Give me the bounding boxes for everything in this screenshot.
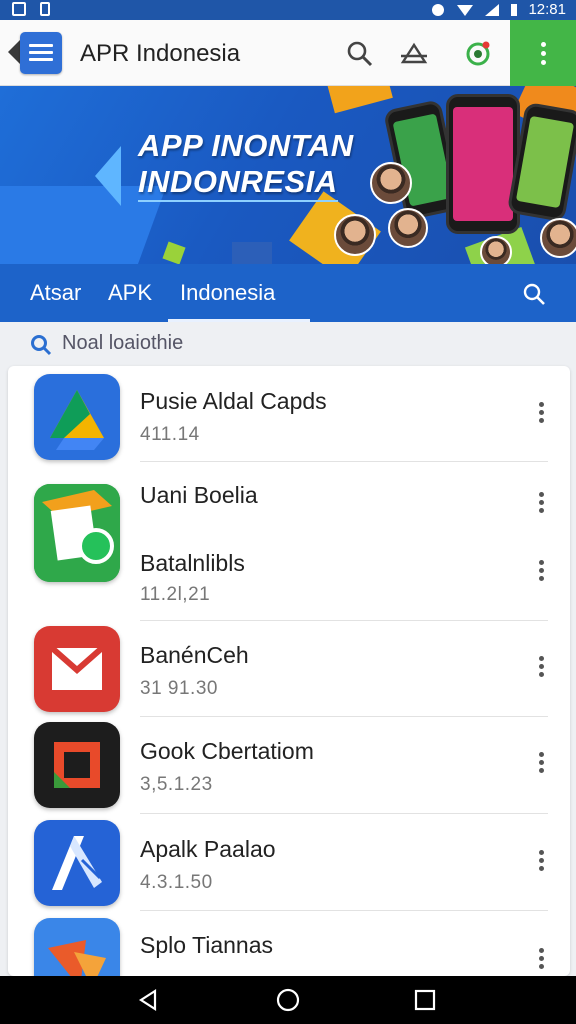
more-options-icon[interactable] bbox=[536, 492, 546, 516]
more-options-icon[interactable] bbox=[536, 850, 546, 874]
person-photo bbox=[540, 218, 576, 258]
more-options-icon[interactable] bbox=[536, 948, 546, 972]
person-photo bbox=[334, 214, 376, 256]
banner-underline bbox=[138, 200, 338, 202]
stylized-a-icon bbox=[34, 820, 120, 906]
more-options-icon[interactable] bbox=[536, 656, 546, 680]
app-version: 31 91.30 bbox=[140, 678, 218, 699]
app-name: Batalnlibls bbox=[140, 550, 245, 576]
app-version: 411.14 bbox=[140, 424, 200, 445]
app-version: 11.2l,21 bbox=[140, 584, 211, 605]
banner-title: APP INONTAN INDONRESIA bbox=[138, 128, 354, 199]
banner-chevron-icon bbox=[95, 146, 121, 206]
search-field[interactable]: Noal loaiothie bbox=[0, 322, 576, 368]
more-options-icon[interactable] bbox=[536, 752, 546, 776]
back-arrow-icon[interactable] bbox=[8, 40, 20, 64]
square-frame-icon bbox=[34, 722, 120, 808]
tab-indonesia[interactable]: Indonesia bbox=[180, 280, 275, 306]
clock: 12:81 bbox=[528, 1, 566, 18]
overflow-menu-button[interactable] bbox=[510, 20, 576, 86]
list-item[interactable]: Uani Boelia Batalnlibls 11.2l,21 bbox=[8, 462, 570, 620]
search-placeholder: Noal loaiothie bbox=[62, 332, 184, 354]
search-icon bbox=[31, 335, 52, 356]
wifi-icon bbox=[457, 4, 474, 16]
promo-banner[interactable]: APP INONTAN INDONRESIA bbox=[0, 86, 576, 264]
sim-icon bbox=[40, 2, 50, 16]
phone-image bbox=[446, 94, 520, 234]
search-icon[interactable] bbox=[522, 282, 546, 306]
orange-shape-icon bbox=[34, 918, 120, 976]
app-version: 3,5.1.23 bbox=[140, 774, 213, 795]
banner-shape bbox=[162, 241, 186, 264]
battery-icon bbox=[511, 3, 518, 16]
banner-shape bbox=[327, 86, 393, 114]
tab-apk[interactable]: APK bbox=[108, 280, 152, 306]
back-icon[interactable] bbox=[136, 988, 160, 1012]
app-name: BanénCeh bbox=[140, 642, 249, 668]
list-item[interactable]: BanénCeh 31 91.30 bbox=[8, 620, 570, 716]
drive-triangle-icon bbox=[34, 374, 120, 460]
system-nav-bar bbox=[0, 976, 576, 1024]
search-icon[interactable] bbox=[346, 40, 374, 68]
more-options-icon[interactable] bbox=[536, 560, 546, 584]
vibrate-icon bbox=[432, 3, 445, 16]
app-name: Apalk Paalao bbox=[140, 836, 276, 862]
app-name: Splo Tiannas bbox=[140, 932, 273, 958]
list-item[interactable]: Pusie Aldal Capds 411.14 bbox=[8, 366, 570, 462]
app-name: Uani Boelia bbox=[140, 482, 258, 508]
signal-icon bbox=[485, 3, 500, 16]
more-options-icon[interactable] bbox=[536, 402, 546, 426]
record-icon[interactable] bbox=[464, 40, 492, 68]
app-list: Pusie Aldal Capds 411.14 Uani Boelia Bat… bbox=[8, 366, 570, 976]
home-icon[interactable] bbox=[276, 988, 300, 1012]
app-name: Gook Cbertatiom bbox=[140, 738, 314, 764]
app-name: Pusie Aldal Capds bbox=[140, 388, 327, 414]
person-photo bbox=[480, 236, 512, 264]
whatsapp-frame-icon bbox=[34, 484, 120, 582]
app-bar: APR Indonesia bbox=[0, 20, 576, 86]
tab-bar: Atsar APK Indonesia bbox=[0, 264, 576, 322]
list-item[interactable]: Gook Cbertatiom 3,5.1.23 bbox=[8, 716, 570, 814]
banner-shape bbox=[232, 242, 272, 264]
list-item[interactable]: Splo Tiannas bbox=[8, 910, 570, 976]
app-version: 4.3.1.50 bbox=[140, 872, 213, 893]
share-icon[interactable] bbox=[400, 40, 428, 68]
app-logo-icon bbox=[20, 32, 62, 74]
notification-icon bbox=[12, 2, 26, 16]
app-title: APR Indonesia bbox=[80, 40, 241, 67]
list-item[interactable]: Apalk Paalao 4.3.1.50 bbox=[8, 814, 570, 910]
person-photo bbox=[388, 208, 428, 248]
status-bar: 12:81 bbox=[0, 0, 576, 20]
recents-icon[interactable] bbox=[414, 989, 436, 1011]
person-photo bbox=[370, 162, 412, 204]
gmail-envelope-icon bbox=[34, 626, 120, 712]
tab-atsar[interactable]: Atsar bbox=[30, 280, 81, 306]
